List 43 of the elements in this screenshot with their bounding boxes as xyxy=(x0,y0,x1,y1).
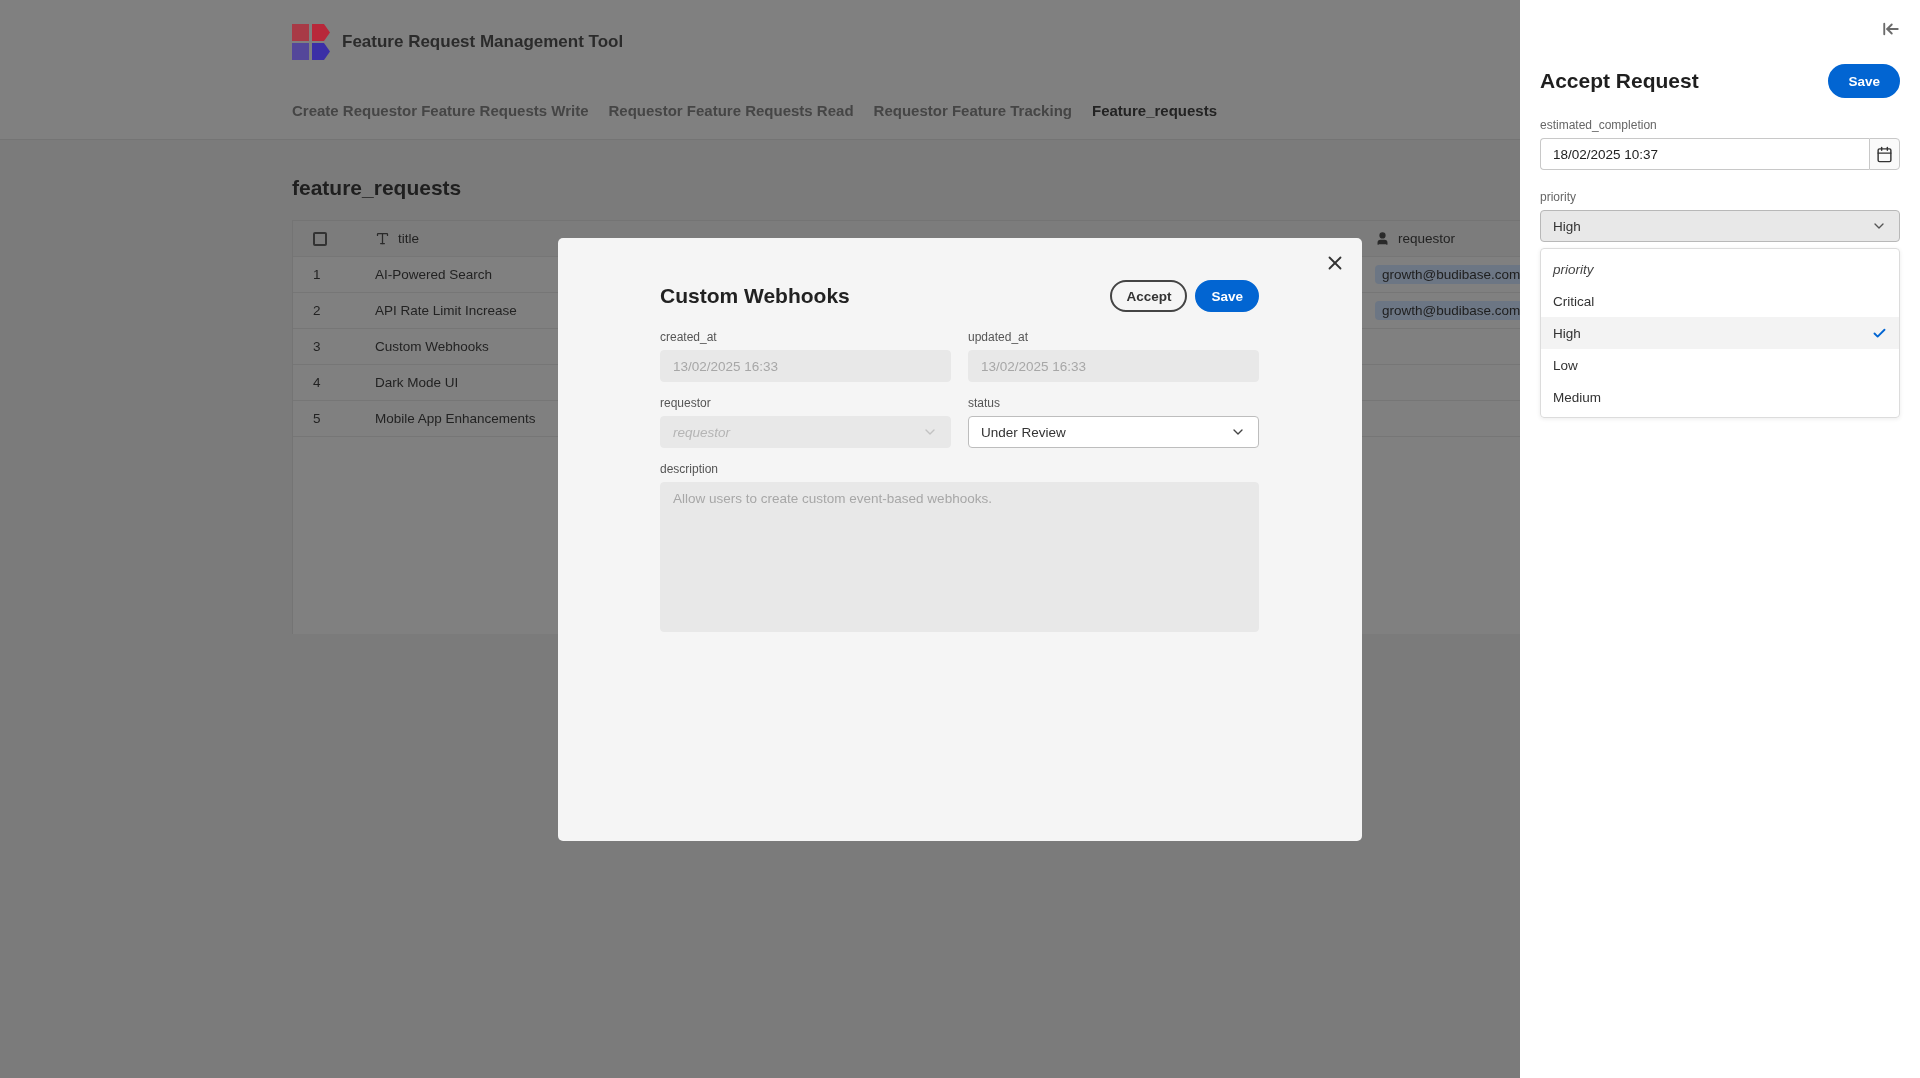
priority-select[interactable]: High xyxy=(1540,210,1900,242)
dropdown-option[interactable]: Medium xyxy=(1541,381,1899,413)
select-all-checkbox[interactable] xyxy=(313,231,327,246)
collapse-panel-icon[interactable] xyxy=(1882,20,1900,38)
modal-title: Custom Webhooks xyxy=(660,284,850,308)
field-label: status xyxy=(968,396,1001,410)
dropdown-option[interactable]: Low xyxy=(1541,349,1899,381)
page-heading: feature_requests xyxy=(292,176,463,201)
row-number: 5 xyxy=(313,411,321,426)
table-cell: AI-Powered Search xyxy=(375,267,493,282)
save-button[interactable]: Save xyxy=(1828,64,1900,98)
logo-icon xyxy=(292,23,330,61)
field-label: requestor xyxy=(660,396,712,410)
field-label: description xyxy=(660,462,720,476)
nav-link[interactable]: Feature_requests xyxy=(1091,102,1218,119)
column-header[interactable]: requestor xyxy=(1398,231,1456,246)
dropdown-option[interactable]: High xyxy=(1541,317,1899,349)
dropdown-option[interactable]: priority xyxy=(1541,253,1899,285)
row-number: 2 xyxy=(313,303,321,318)
accept-button[interactable]: Accept xyxy=(1110,280,1188,312)
row-number: 1 xyxy=(313,267,321,282)
save-button[interactable]: Save xyxy=(1195,280,1259,312)
dropdown-option[interactable]: Critical xyxy=(1541,285,1899,317)
panel-title: Accept Request xyxy=(1540,69,1699,93)
row-number: 3 xyxy=(313,339,321,354)
calendar-icon[interactable] xyxy=(1869,138,1900,170)
requestor-tag: growth@budibase.com xyxy=(1375,301,1520,320)
app-title: Feature Request Management Tool xyxy=(342,32,624,52)
select-field[interactable]: Under Review xyxy=(968,416,1259,448)
field-label: updated_at xyxy=(968,330,1030,344)
table-cell: Mobile App Enhancements xyxy=(375,411,536,426)
user-icon xyxy=(1375,231,1390,246)
field-label: estimated_completion xyxy=(1540,118,1658,132)
requestor-tag: growth@budibase.com xyxy=(1375,265,1520,284)
column-header[interactable]: title xyxy=(398,231,419,246)
table-cell: Custom Webhooks xyxy=(375,339,489,354)
date-field[interactable]: 18/02/2025 10:37 xyxy=(1540,138,1869,170)
field-label: created_at xyxy=(660,330,718,344)
text-type-icon xyxy=(375,231,390,246)
table-cell: API Rate Limit Increase xyxy=(375,303,517,318)
table-cell: Dark Mode UI xyxy=(375,375,459,390)
field-label: priority xyxy=(1540,190,1577,204)
row-number: 4 xyxy=(313,375,321,390)
